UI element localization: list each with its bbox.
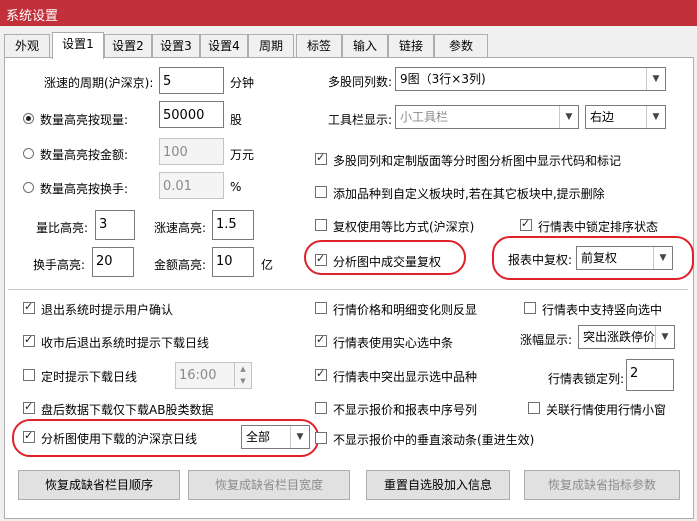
title-bar: 系统设置 (0, 0, 697, 26)
radio-volume-label: 数量高亮按现量: (40, 113, 129, 127)
huanshou-label: 换手高亮: (33, 258, 86, 272)
tab-appearance[interactable]: 外观 (4, 34, 50, 57)
zhangfu-value: 突出涨跌停价 (583, 330, 656, 344)
zhangsu-input[interactable]: 1.5 (212, 210, 254, 240)
cb-no-quote-seq-label: 不显示报价和报表中序号列 (333, 403, 478, 417)
cb-show-code-label: 多股同列和定制版面等分时图分析图中显示代码和标记 (333, 154, 622, 168)
cb-close-download-label: 收市后退出系统时提示下载日线 (41, 336, 210, 350)
zhangfu-combo[interactable]: 突出涨跌停价 ▼ (578, 325, 675, 349)
cb-after-ab[interactable] (23, 400, 35, 414)
cb-after-ab-label: 盘后数据下载仅下载AB股类数据 (41, 403, 214, 417)
cb-price-color-label: 行情价格和明细变化则反显 (333, 303, 478, 317)
timed-spinner[interactable]: 16:00 ▲ ▼ (175, 362, 252, 389)
restore-col-order-button[interactable]: 恢复成缺省栏目顺序 (18, 470, 180, 500)
highlight-ring (492, 236, 694, 280)
jine-unit: 亿 (261, 258, 274, 272)
toolbar-label: 工具栏显示: (328, 113, 393, 127)
restore-indicator-button[interactable]: 恢复成缺省指标参数 (524, 470, 680, 500)
lock-col-label: 行情表锁定列: (548, 372, 625, 386)
huanshou-input[interactable]: 20 (92, 247, 134, 277)
tab-input[interactable]: 输入 (342, 34, 388, 57)
amount-unit: 万元 (230, 148, 255, 162)
toolbar-combo-value: 小工具栏 (400, 110, 449, 124)
cb-solid-select-label: 行情表使用实心选中条 (333, 336, 454, 350)
cb-fuquan[interactable] (315, 219, 327, 231)
cb-vertical-select-label: 行情表中支持竖向选中 (542, 303, 663, 317)
amount-input[interactable]: 100 (159, 138, 224, 165)
multi-combo-value: 9图（3行×3列) (400, 72, 486, 86)
multi-combo[interactable]: 9图（3行×3列) ▼ (395, 67, 666, 91)
lock-col-input[interactable]: 2 (626, 359, 674, 391)
period-unit: 分钟 (230, 76, 255, 90)
jine-label: 金额高亮: (154, 258, 207, 272)
liangbi-input[interactable]: 3 (95, 210, 135, 240)
radio-amount-label: 数量高亮按金额: (40, 148, 129, 162)
radio-turnover[interactable] (23, 182, 34, 193)
cb-solid-select[interactable] (315, 333, 327, 347)
toolbar-pos-value: 右边 (590, 110, 615, 124)
tab-params[interactable]: 参数 (434, 34, 488, 57)
tab-link[interactable]: 链接 (388, 34, 434, 57)
cb-highlight-item[interactable] (315, 367, 327, 381)
chevron-down-icon: ▼ (655, 326, 674, 348)
window-title: 系统设置 (6, 9, 59, 24)
chevron-down-icon: ▼ (646, 106, 665, 128)
period-input[interactable]: 5 (159, 67, 224, 94)
cb-lock-sort[interactable] (520, 217, 532, 231)
tab-settings-2[interactable]: 设置2 (104, 34, 152, 57)
multi-label: 多股同列数: (328, 75, 393, 89)
highlight-ring (304, 240, 466, 275)
highlight-ring (12, 419, 319, 457)
jine-input[interactable]: 10 (212, 247, 254, 277)
spin-down-icon[interactable]: ▼ (234, 375, 251, 387)
cb-no-quote-seq[interactable] (315, 402, 327, 414)
cb-exit-confirm-label: 退出系统时提示用户确认 (41, 303, 174, 317)
tab-label[interactable]: 标签 (296, 34, 342, 57)
cb-linked-small-label: 关联行情使用行情小窗 (546, 403, 667, 417)
toolbar-combo[interactable]: 小工具栏 ▼ (395, 105, 579, 129)
reset-self-select-button[interactable]: 重置自选股加入信息 (366, 470, 510, 500)
cb-fuquan-label: 复权使用等比方式(沪深京) (333, 220, 475, 234)
turnover-input[interactable]: 0.01 (159, 172, 224, 199)
tab-period[interactable]: 周期 (248, 34, 294, 57)
cb-show-code[interactable] (315, 151, 327, 165)
turnover-unit: % (230, 180, 242, 194)
cb-timed-download-label: 定时提示下载日线 (41, 370, 138, 384)
cb-lock-sort-label: 行情表中锁定排序状态 (538, 220, 659, 234)
restore-col-width-button[interactable]: 恢复成缺省栏目宽度 (188, 470, 350, 500)
cb-close-download[interactable] (23, 333, 35, 347)
radio-volume[interactable] (23, 113, 34, 124)
tab-settings-3[interactable]: 设置3 (152, 34, 200, 57)
cb-add-stock[interactable] (315, 186, 327, 198)
cb-no-vscroll-label: 不显示报价中的垂直滚动条(重进生效) (333, 433, 535, 447)
cb-add-stock-label: 添加品种到自定义板块时,若在其它板块中,提示删除 (333, 187, 605, 201)
volume-input[interactable]: 50000 (159, 101, 224, 128)
cb-highlight-item-label: 行情表中突出显示选中品种 (333, 370, 478, 384)
radio-amount[interactable] (23, 148, 34, 159)
settings-window: 系统设置 外观 设置1 设置2 设置3 设置4 周期 标签 输入 链接 参数 涨… (0, 0, 697, 521)
tab-settings-4[interactable]: 设置4 (200, 34, 248, 57)
cb-price-color[interactable] (315, 302, 327, 314)
divider (8, 289, 688, 290)
liangbi-label: 量比高亮: (36, 221, 89, 235)
toolbar-pos-combo[interactable]: 右边 ▼ (585, 105, 666, 129)
zhangsu-label: 涨速高亮: (154, 221, 207, 235)
cb-no-vscroll[interactable] (315, 432, 327, 444)
spin-up-icon[interactable]: ▲ (234, 363, 251, 375)
chevron-down-icon: ▼ (646, 68, 665, 90)
cb-exit-confirm[interactable] (23, 300, 35, 314)
chevron-down-icon: ▼ (559, 106, 578, 128)
tab-settings-1[interactable]: 设置1 (52, 32, 104, 59)
cb-vertical-select[interactable] (524, 302, 536, 314)
cb-linked-small[interactable] (528, 402, 540, 414)
volume-unit: 股 (230, 113, 243, 127)
timed-value: 16:00 (179, 368, 217, 383)
cb-timed-download[interactable] (23, 369, 35, 381)
radio-turnover-label: 数量高亮按换手: (40, 182, 129, 196)
period-label: 涨速的周期(沪深京): (44, 76, 154, 90)
zhangfu-label: 涨幅显示: (520, 333, 573, 347)
